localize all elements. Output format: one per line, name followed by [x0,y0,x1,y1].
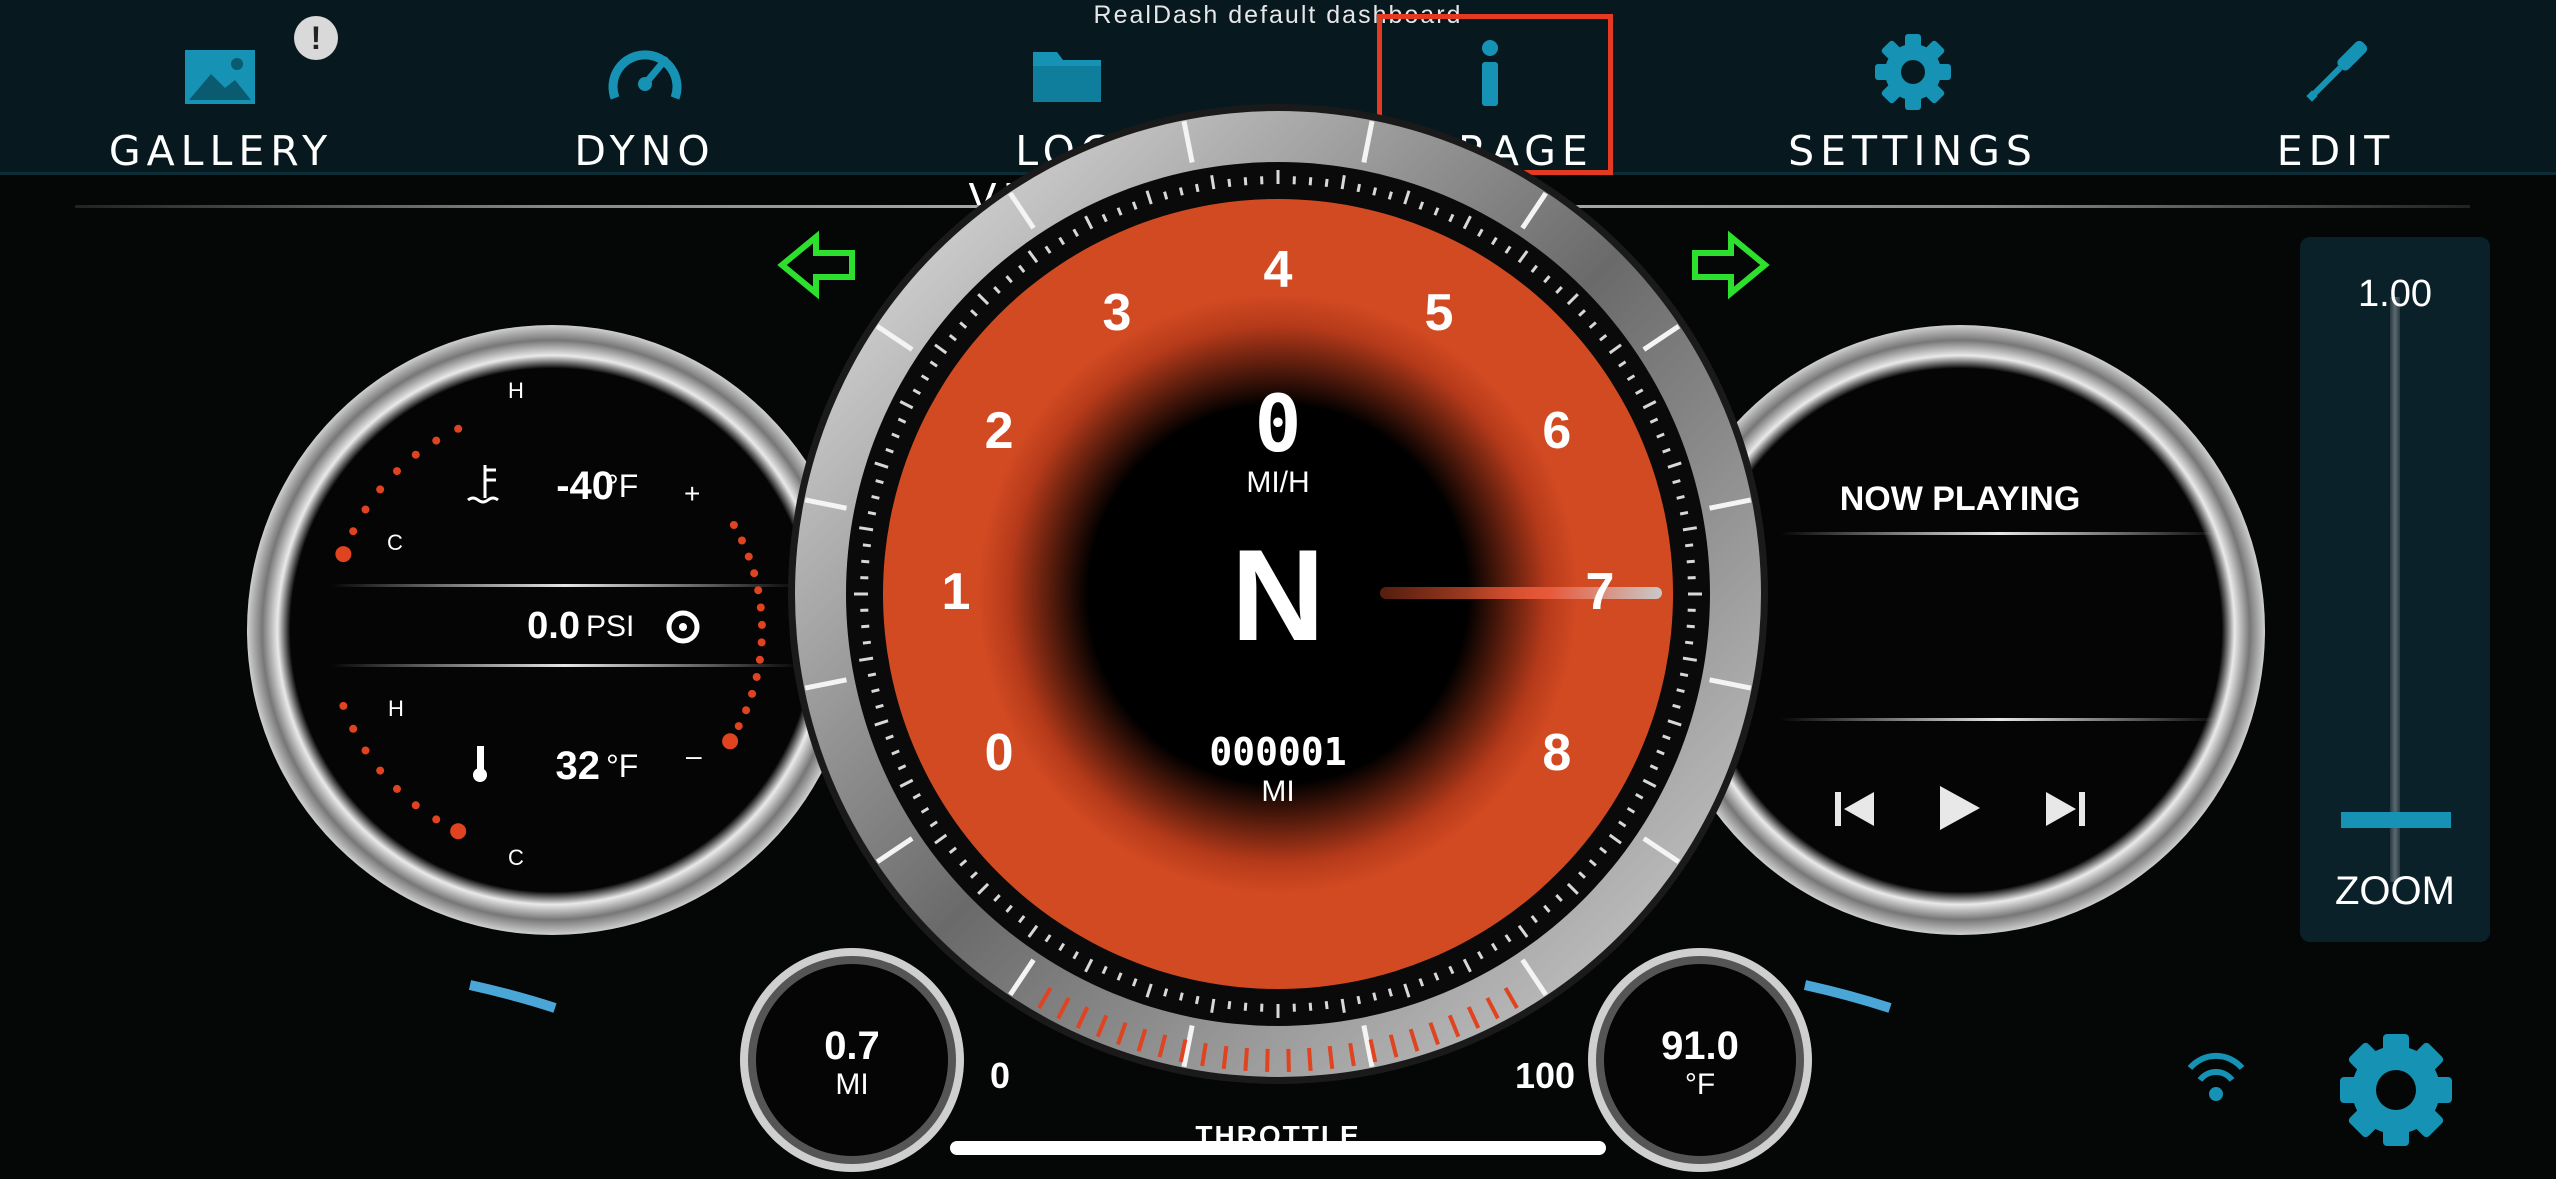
tach-number-2: 2 [984,402,1014,460]
coolant-value: -40 [556,464,614,508]
tach-number-3: 3 [1102,284,1132,343]
left-turn-signal-icon [777,230,855,300]
coolant-high-label: H [508,378,524,403]
tach-number-5: 5 [1424,284,1454,343]
led-dot [756,603,765,612]
speed-value: 0 [1254,380,1302,470]
led-dot [729,521,738,529]
led-dot [376,766,385,775]
throttle-max-label: 100 [1514,1055,1576,1096]
boost-value: 0.0 [527,605,580,647]
odometer-unit: MI [1261,775,1295,808]
throttle-segment [1327,1045,1335,1070]
zoom-value: 1.00 [2358,273,2432,315]
boost-unit: PSI [586,610,635,643]
throttle-segment [1265,1048,1270,1072]
zoom-slider-track[interactable] [2390,297,2400,882]
led-dot [349,527,358,536]
led-dot [752,672,761,681]
wifi-icon [2187,1052,2245,1101]
left-accent-arc [468,980,557,1013]
led-dot [450,823,467,840]
led-dot [432,815,441,824]
led-dot [734,722,743,731]
trip-unit: MI [835,1068,869,1101]
gear-indicator: N [1231,522,1325,668]
temp-value: 32 [555,744,601,788]
minus-sign: – [686,740,702,771]
led-dot [349,724,358,733]
right-accent-arc [1803,980,1892,1013]
led-dot [750,569,759,578]
speed-unit: MI/H [1246,466,1310,499]
zoom-panel: 1.00 ZOOM [2300,237,2490,942]
throttle-segment [1243,1047,1249,1072]
led-dot [757,620,766,629]
led-dot [392,467,401,476]
led-dot [748,689,757,698]
led-dot [722,733,739,750]
settings-gear-icon[interactable] [2340,1034,2452,1146]
led-dot [376,485,385,494]
led-dot [361,746,370,755]
led-dot [335,546,352,563]
tach-number-0: 0 [984,724,1014,782]
throttle-segment [1307,1047,1313,1072]
led-dot [742,706,751,715]
coolant-low-label: C [387,530,403,555]
led-dot [454,424,463,433]
led-dot [339,701,348,710]
tach-number-6: 6 [1542,402,1572,460]
throttle-segment [1286,1048,1291,1072]
led-dot [392,784,401,793]
tach-number-1: 1 [941,563,971,621]
zoom-label: ZOOM [2335,869,2455,913]
temp-low-label: C [508,845,524,870]
led-dot [737,536,746,545]
temp-high-label: H [388,696,404,721]
zoom-slider-thumb[interactable] [2341,812,2451,828]
throttle-segment [1221,1045,1229,1070]
odometer-value: 000001 [1209,730,1347,774]
tach-number-8: 8 [1542,724,1572,782]
outside-temp-unit: °F [1684,1068,1716,1101]
outside-temp-value: 91.0 [1661,1024,1739,1068]
home-indicator[interactable] [950,1141,1606,1155]
led-dot [754,586,763,595]
trip-value: 0.7 [824,1024,880,1068]
right-turn-signal-icon [1692,230,1770,300]
led-dot [361,505,370,514]
coolant-unit: °F [606,468,639,504]
tach-number-4: 4 [1263,241,1293,299]
led-dot [411,801,420,810]
tach-number-7: 7 [1585,563,1615,621]
led-dot [744,552,753,561]
led-dot [757,638,766,647]
now-playing-label: NOW PLAYING [1839,480,2081,518]
led-dot [755,655,764,664]
temp-unit: °F [606,748,639,784]
led-dot [411,450,420,459]
led-dot [432,436,441,445]
plus-sign: + [684,478,701,509]
throttle-min-label: 0 [989,1055,1011,1096]
